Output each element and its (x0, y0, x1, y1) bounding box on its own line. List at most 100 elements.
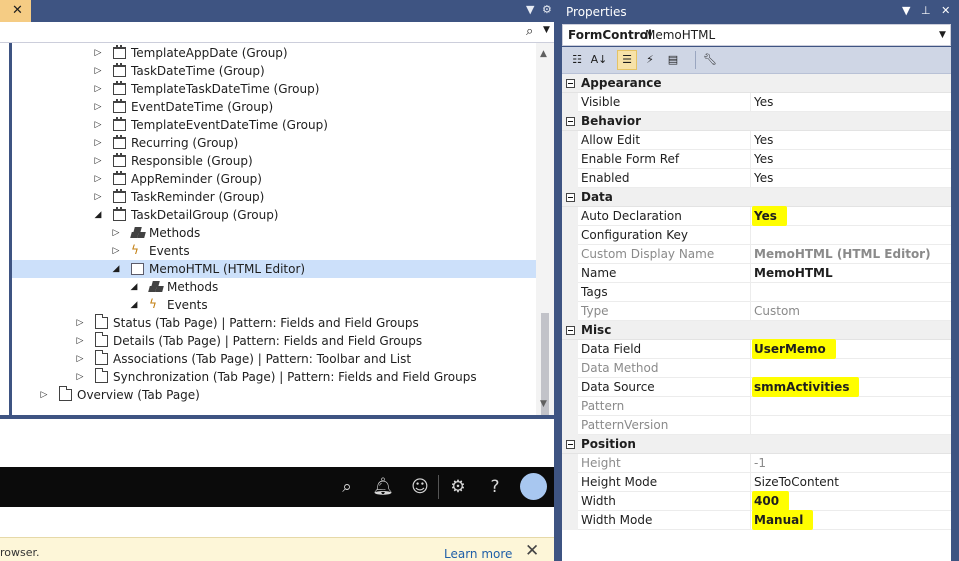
chevron-down-icon[interactable]: ▼ (543, 25, 550, 35)
collapse-box-icon[interactable] (566, 193, 575, 202)
learn-more-link[interactable]: Learn more (444, 547, 512, 561)
expand-arrow-icon[interactable]: ▷ (111, 224, 121, 242)
designer-search-input[interactable]: ⌕ ▼ (0, 22, 554, 43)
tree-scrollbar[interactable]: ▲ ▼ (536, 43, 554, 441)
column-splitter[interactable] (750, 131, 751, 150)
events-icon[interactable]: ⚡ (640, 50, 660, 70)
collapse-arrow-icon[interactable]: ◢ (111, 260, 121, 278)
collapse-arrow-icon[interactable]: ◢ (129, 278, 139, 296)
property-value[interactable]: Yes (754, 95, 773, 109)
expand-arrow-icon[interactable]: ▷ (93, 170, 103, 188)
search-icon[interactable]: ⌕ (526, 24, 533, 39)
tree-node[interactable]: ◢ TaskDetailGroup (Group) (12, 206, 536, 224)
tree-node[interactable]: ▷ Synchronization (Tab Page) | Pattern: F… (12, 368, 536, 386)
collapse-box-icon[interactable] (566, 79, 575, 88)
alphabetical-icon[interactable]: A↓ (589, 50, 609, 70)
tree-node[interactable]: ▷ Recurring (Group) (12, 134, 536, 152)
gear-icon[interactable]: ⚙ (542, 3, 552, 16)
tree-node[interactable]: ▷ Responsible (Group) (12, 152, 536, 170)
tree-node[interactable]: ▷ TemplateAppDate (Group) (12, 44, 536, 62)
column-splitter[interactable] (750, 207, 751, 226)
property-row[interactable]: PatternVersion (562, 416, 951, 435)
column-splitter[interactable] (750, 245, 751, 264)
tree-node[interactable]: ◢ Methods (12, 278, 536, 296)
column-splitter[interactable] (750, 340, 751, 359)
property-row[interactable]: Height Mode SizeToContent (562, 473, 951, 492)
category-position[interactable]: Position (562, 435, 951, 454)
column-splitter[interactable] (750, 473, 751, 492)
column-splitter[interactable] (750, 397, 751, 416)
property-row[interactable]: Allow Edit Yes (562, 131, 951, 150)
category-misc[interactable]: Misc (562, 321, 951, 340)
close-icon[interactable]: ✕ (525, 541, 539, 561)
column-splitter[interactable] (750, 511, 751, 530)
property-row[interactable]: Width 400 (562, 491, 951, 511)
property-value[interactable]: Yes (752, 206, 787, 226)
scroll-up-icon[interactable]: ▲ (540, 49, 547, 59)
column-splitter[interactable] (750, 283, 751, 302)
property-value[interactable]: MemoHTML (754, 266, 833, 280)
property-row[interactable]: Visible Yes (562, 93, 951, 112)
property-value[interactable]: Yes (754, 152, 773, 166)
expand-arrow-icon[interactable]: ▷ (75, 350, 85, 368)
column-splitter[interactable] (750, 264, 751, 283)
properties-icon[interactable]: ☰ (617, 50, 637, 70)
property-row[interactable]: Data Method (562, 359, 951, 378)
column-splitter[interactable] (750, 226, 751, 245)
close-tab-icon[interactable]: ✕ (12, 3, 23, 18)
property-row[interactable]: Data Field UserMemo (562, 339, 951, 359)
column-splitter[interactable] (750, 150, 751, 169)
property-value[interactable]: smmActivities (752, 377, 860, 397)
tree-node[interactable]: ▷ TaskDateTime (Group) (12, 62, 536, 80)
categorized-icon[interactable]: ☷ (567, 50, 587, 70)
collapse-box-icon[interactable] (566, 440, 575, 449)
property-row[interactable]: Custom Display Name MemoHTML (HTML Editor… (562, 245, 951, 264)
expand-arrow-icon[interactable]: ▷ (93, 44, 103, 62)
property-value[interactable]: Manual (752, 510, 814, 530)
property-row[interactable]: Configuration Key (562, 226, 951, 245)
smiley-icon[interactable]: ☺ (409, 477, 431, 497)
expand-arrow-icon[interactable]: ▷ (93, 152, 103, 170)
wrench-icon[interactable]: 🔧︎ (700, 50, 720, 70)
tree-node[interactable]: ▷ ϟ Events (12, 242, 536, 260)
designer-tab[interactable]: ✕ (0, 0, 31, 22)
tree-node[interactable]: ▷ TemplateEventDateTime (Group) (12, 116, 536, 134)
tree-node[interactable]: ▷ TemplateTaskDateTime (Group) (12, 80, 536, 98)
category-data[interactable]: Data (562, 188, 951, 207)
help-icon[interactable]: ? (484, 477, 506, 497)
column-splitter[interactable] (750, 492, 751, 511)
property-value[interactable]: 400 (752, 491, 790, 511)
property-row[interactable]: Enabled Yes (562, 169, 951, 188)
property-pages-icon[interactable]: ▤ (663, 50, 683, 70)
tree-node-selected[interactable]: ◢ MemoHTML (HTML Editor) (12, 260, 536, 278)
column-splitter[interactable] (750, 302, 751, 321)
property-row[interactable]: Height -1 (562, 454, 951, 473)
tree-node[interactable]: ▷ Overview (Tab Page) (12, 386, 536, 404)
column-splitter[interactable] (750, 378, 751, 397)
property-row[interactable]: Pattern (562, 397, 951, 416)
collapse-box-icon[interactable] (566, 117, 575, 126)
expand-arrow-icon[interactable]: ▷ (93, 134, 103, 152)
close-icon[interactable]: ✕ (941, 4, 950, 17)
pin-icon[interactable]: ⊥ (921, 4, 931, 17)
tree-node[interactable]: ▷ TaskReminder (Group) (12, 188, 536, 206)
expand-arrow-icon[interactable]: ▷ (93, 98, 103, 116)
search-icon[interactable]: ⌕ (336, 477, 358, 497)
property-row[interactable]: Name MemoHTML (562, 264, 951, 283)
tree-node[interactable]: ▷ Associations (Tab Page) | Pattern: Tool… (12, 350, 536, 368)
column-splitter[interactable] (750, 359, 751, 378)
collapse-arrow-icon[interactable]: ◢ (93, 206, 103, 224)
category-behavior[interactable]: Behavior (562, 112, 951, 131)
expand-arrow-icon[interactable]: ▷ (93, 188, 103, 206)
chevron-down-icon[interactable]: ▼ (939, 30, 946, 40)
property-row[interactable]: Enable Form Ref Yes (562, 150, 951, 169)
gear-icon[interactable]: ⚙ (447, 477, 469, 497)
expand-arrow-icon[interactable]: ▷ (93, 80, 103, 98)
tree-node[interactable]: ▷ Methods (12, 224, 536, 242)
expand-arrow-icon[interactable]: ▷ (39, 386, 49, 404)
tree-node[interactable]: ◢ ϟ Events (12, 296, 536, 314)
object-selector[interactable]: FormControl MemoHTML ▼ (562, 24, 951, 46)
property-row[interactable]: Width Mode Manual (562, 510, 951, 530)
expand-arrow-icon[interactable]: ▷ (75, 368, 85, 386)
property-value[interactable]: SizeToContent (754, 475, 839, 489)
